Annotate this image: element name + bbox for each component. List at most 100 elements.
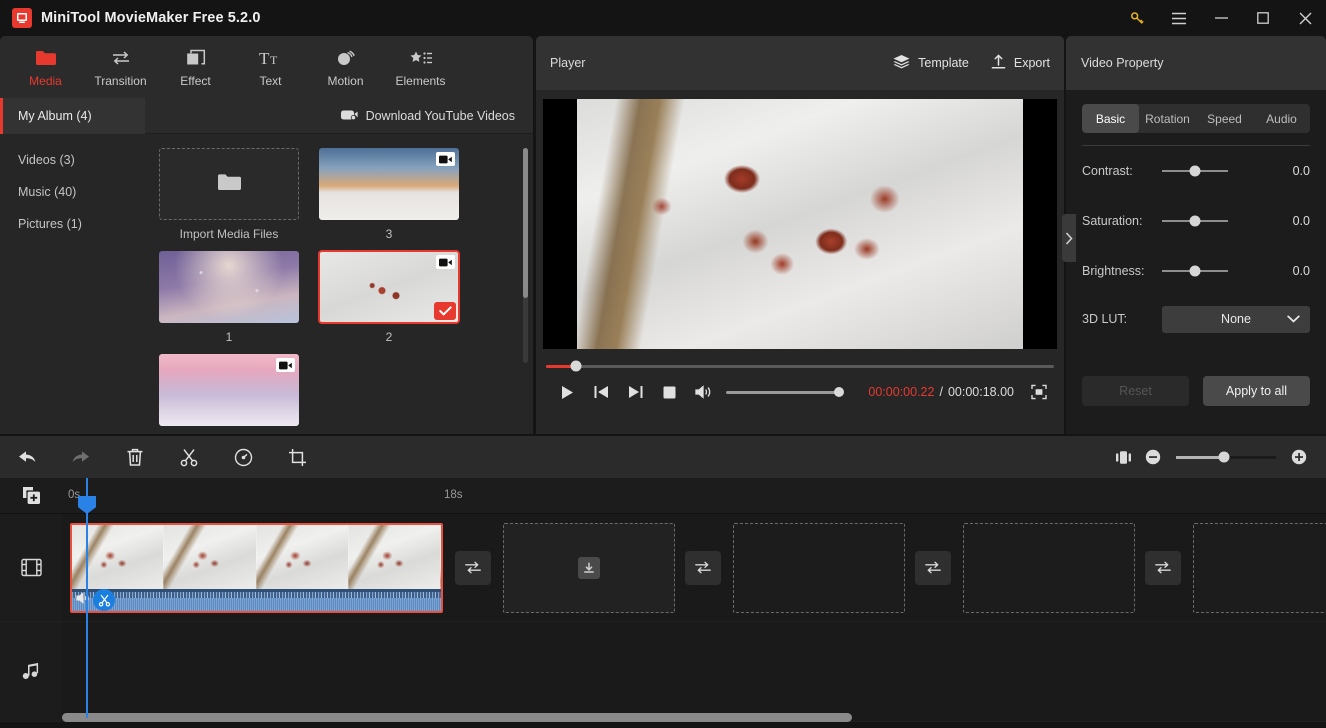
window-title: MiniTool MovieMaker Free 5.2.0: [41, 10, 261, 26]
play-icon[interactable]: [550, 375, 584, 409]
brightness-handle[interactable]: [1189, 265, 1201, 277]
album-tab-label: My Album (4): [18, 108, 92, 123]
contrast-handle[interactable]: [1189, 165, 1201, 177]
timeline-ruler[interactable]: 0s 18s: [62, 478, 1326, 513]
video-badge-icon: [276, 358, 295, 372]
panel-collapse-toggle[interactable]: [1062, 214, 1076, 262]
video-track-body[interactable]: [62, 514, 1326, 621]
media-grid-area: Import Media Files 3 1 2: [145, 134, 533, 434]
placeholder-slot-2[interactable]: [733, 523, 905, 613]
reset-button[interactable]: Reset: [1082, 376, 1189, 406]
apply-to-all-button[interactable]: Apply to all: [1203, 376, 1310, 406]
ribbon-tab-effect[interactable]: Effect: [158, 38, 233, 96]
video-clip-1[interactable]: [70, 523, 443, 613]
media-item-label: 3: [385, 227, 393, 241]
layers-icon: [893, 54, 910, 72]
ribbon-tab-motion[interactable]: Motion: [308, 38, 383, 96]
delete-icon[interactable]: [108, 436, 162, 478]
property-row-lut: 3D LUT: None: [1082, 298, 1310, 340]
transition-slot-3[interactable]: [915, 550, 951, 585]
placeholder-slot-4[interactable]: [1193, 523, 1326, 613]
crop-icon[interactable]: [270, 436, 324, 478]
close-icon[interactable]: [1284, 0, 1326, 36]
category-label-pictures: Pictures (1): [18, 217, 82, 231]
tab-basic[interactable]: Basic: [1082, 104, 1139, 133]
player-stage[interactable]: [543, 99, 1057, 349]
template-button[interactable]: Template: [893, 54, 969, 72]
export-button[interactable]: Export: [991, 53, 1050, 73]
player-seek-handle[interactable]: [570, 360, 582, 372]
maximize-icon[interactable]: [1242, 0, 1284, 36]
import-media-cell[interactable]: Import Media Files: [159, 148, 299, 241]
media-thumbnail[interactable]: [159, 251, 299, 323]
ribbon-tab-media[interactable]: Media: [8, 38, 83, 96]
previous-frame-icon[interactable]: [584, 375, 618, 409]
media-scrollbar[interactable]: [523, 148, 528, 363]
transition-slot-2[interactable]: [685, 550, 721, 585]
zoom-handle[interactable]: [1218, 451, 1230, 463]
add-media-icon[interactable]: [0, 478, 62, 513]
volume-icon[interactable]: [686, 375, 720, 409]
volume-slider[interactable]: [726, 387, 844, 397]
audio-track-body[interactable]: [62, 622, 1326, 721]
key-icon[interactable]: [1116, 0, 1158, 36]
effect-icon: [186, 47, 206, 69]
placeholder-slot-3[interactable]: [963, 523, 1135, 613]
media-item-1[interactable]: 1: [159, 251, 299, 344]
transition-slot-4[interactable]: [1145, 550, 1181, 585]
category-item-videos[interactable]: Videos (3): [0, 144, 145, 176]
download-youtube-button[interactable]: Download YouTube Videos: [340, 108, 515, 124]
ribbon-tab-transition[interactable]: Transition: [83, 38, 158, 96]
media-item-4[interactable]: [159, 354, 299, 426]
fit-timeline-icon[interactable]: [1108, 436, 1138, 478]
saturation-slider[interactable]: [1162, 215, 1228, 227]
category-item-music[interactable]: Music (40): [0, 176, 145, 208]
redo-icon[interactable]: [54, 436, 108, 478]
tab-audio-label: Audio: [1266, 111, 1297, 126]
album-tab[interactable]: My Album (4): [0, 97, 145, 134]
tab-rotation[interactable]: Rotation: [1139, 104, 1196, 133]
stop-icon[interactable]: [652, 375, 686, 409]
ribbon-label-effect: Effect: [180, 73, 211, 88]
video-preview-frame: [577, 99, 1023, 349]
minimize-icon[interactable]: [1200, 0, 1242, 36]
lut-dropdown[interactable]: None: [1162, 305, 1310, 333]
next-frame-icon[interactable]: [618, 375, 652, 409]
media-item-2[interactable]: 2: [318, 250, 460, 344]
svg-text:T: T: [270, 53, 278, 67]
video-badge-icon: [436, 152, 455, 166]
media-item-3[interactable]: 3: [319, 148, 459, 241]
saturation-handle[interactable]: [1189, 215, 1201, 227]
speed-icon[interactable]: [216, 436, 270, 478]
placeholder-slot-1[interactable]: [503, 523, 675, 613]
zoom-out-icon[interactable]: [1138, 436, 1168, 478]
contrast-slider[interactable]: [1162, 165, 1228, 177]
scissors-icon[interactable]: [93, 589, 115, 611]
tab-audio[interactable]: Audio: [1253, 104, 1310, 133]
zoom-in-icon[interactable]: [1284, 436, 1314, 478]
waveform-body: [72, 598, 441, 611]
ribbon-tab-text[interactable]: TT Text: [233, 38, 308, 96]
timeline-horizontal-scrollbar[interactable]: [62, 713, 1318, 722]
property-panel-title: Video Property: [1066, 36, 1326, 90]
video-badge-icon: [436, 255, 455, 269]
media-thumbnail-selected[interactable]: [318, 250, 460, 324]
transition-slot-1[interactable]: [455, 550, 491, 585]
media-panel: Media Transition Effect TT Text Motion E…: [0, 36, 533, 434]
menu-icon[interactable]: [1158, 0, 1200, 36]
player-seek-bar[interactable]: [546, 360, 1054, 372]
media-thumbnail[interactable]: [159, 354, 299, 426]
property-row-saturation: Saturation: 0.0: [1082, 196, 1310, 246]
media-thumbnail[interactable]: [319, 148, 459, 220]
ribbon-tab-elements[interactable]: Elements: [383, 38, 458, 96]
zoom-slider[interactable]: [1176, 451, 1276, 463]
split-icon[interactable]: [162, 436, 216, 478]
import-media-dropzone[interactable]: [159, 148, 299, 220]
volume-handle[interactable]: [834, 387, 844, 397]
tab-speed[interactable]: Speed: [1196, 104, 1253, 133]
clip-frame: [164, 525, 257, 589]
brightness-slider[interactable]: [1162, 265, 1228, 277]
fullscreen-icon[interactable]: [1028, 381, 1050, 403]
category-item-pictures[interactable]: Pictures (1): [0, 208, 145, 240]
undo-icon[interactable]: [0, 436, 54, 478]
